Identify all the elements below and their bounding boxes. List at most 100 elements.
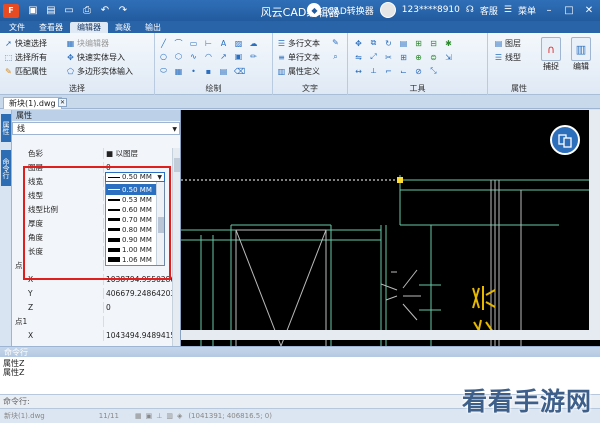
property-value[interactable] — [104, 316, 172, 327]
ungroup-icon[interactable]: ⊟ — [429, 39, 438, 48]
minimize-button[interactable]: – — [542, 5, 556, 16]
converter-link[interactable]: CAD转换器 — [327, 4, 373, 17]
property-value[interactable]: ■ 以图层 — [104, 148, 172, 159]
offset-icon[interactable]: ⊜ — [429, 53, 438, 62]
property-row[interactable]: Y 406679.24864203 — [12, 288, 172, 299]
image-icon[interactable]: ▣ — [234, 52, 243, 61]
match-properties-button[interactable]: ✎ 匹配属性 — [4, 66, 47, 77]
document-tab[interactable]: 新块(1).dwg — [3, 97, 62, 109]
text-style-icon[interactable]: ✎ — [331, 38, 340, 47]
lengthen-icon[interactable]: ⤡ — [429, 66, 438, 76]
tab-properties[interactable]: 属性 — [1, 114, 11, 142]
property-value[interactable]: 1043494.9489415 — [104, 330, 172, 341]
pencil-icon[interactable]: ✏ — [249, 52, 258, 61]
tab-file[interactable]: 文件 — [2, 22, 32, 33]
text-icon[interactable]: A — [219, 39, 228, 48]
line-icon[interactable]: ╱ — [159, 39, 168, 48]
property-row[interactable]: X 1043494.9489415 — [12, 330, 172, 341]
entity-type-select[interactable]: 线 ▼ — [12, 122, 180, 135]
explode-icon[interactable]: ✱ — [444, 39, 453, 48]
table-icon[interactable]: ▤ — [219, 67, 228, 76]
property-row[interactable]: 点1 — [12, 316, 172, 327]
property-value[interactable]: 0 — [104, 302, 172, 313]
capture-button[interactable]: ∩ 捕捉 — [538, 37, 564, 72]
snap-toggle-icon[interactable]: ▣ — [146, 412, 153, 420]
move-tool-icon[interactable]: ✥ — [354, 39, 363, 48]
polygon-entity-input-button[interactable]: ⬠ 多边形实体输入 — [66, 66, 133, 77]
ortho-toggle-icon[interactable]: ⊥ — [156, 412, 162, 420]
close-button[interactable]: ✕ — [582, 5, 596, 16]
grid-icon[interactable]: ▦ — [174, 67, 183, 76]
spline-icon[interactable]: ∿ — [189, 52, 198, 61]
text-find-icon[interactable]: ⌕ — [331, 52, 340, 62]
join-icon[interactable]: ⊕ — [414, 53, 423, 62]
tab-viewer[interactable]: 查看器 — [32, 22, 70, 33]
canvas-vertical-scrollbar[interactable] — [589, 110, 600, 330]
quick-select-button[interactable]: ➚ 快速选择 — [4, 38, 47, 49]
stretch-icon[interactable]: ⇲ — [444, 53, 453, 62]
layer-tool-icon[interactable]: ▤ — [399, 39, 408, 48]
quick-entity-import-button[interactable]: ✥ 快速实体导入 — [66, 52, 125, 63]
cloud-icon[interactable]: ☁ — [249, 39, 258, 48]
print-icon[interactable]: ⎙ — [81, 5, 93, 16]
property-row[interactable]: Z0 — [12, 302, 172, 313]
array-icon[interactable]: ⊞ — [399, 53, 408, 62]
mirror-icon[interactable]: ⇋ — [354, 53, 363, 62]
dimension-icon[interactable]: ⊢ — [204, 39, 213, 48]
attribute-define-button[interactable]: ▥ 属性定义 — [277, 66, 320, 77]
rectangle-icon[interactable]: ▭ — [189, 39, 198, 48]
open-icon[interactable]: ▤ — [45, 5, 57, 16]
rotate-icon[interactable]: ↻ — [384, 39, 393, 48]
measure-icon[interactable]: ↔ — [354, 67, 363, 76]
single-text-button[interactable]: ≡ 单行文本 — [277, 52, 320, 63]
eraser-icon[interactable]: ⌫ — [234, 67, 245, 76]
grid-toggle-icon[interactable]: ▦ — [135, 412, 142, 420]
close-tab-icon[interactable]: ✕ — [58, 98, 67, 107]
fillet-icon[interactable]: ⌐ — [384, 67, 393, 76]
chamfer-icon[interactable]: ⌙ — [399, 67, 408, 76]
new-icon[interactable]: ▭ — [63, 5, 75, 16]
property-row[interactable]: 色彩 ■ 以图层 — [12, 148, 172, 159]
select-all-button[interactable]: ⬚ 选择所有 — [4, 52, 47, 63]
edit-button[interactable]: ▥ 编辑 — [568, 37, 594, 72]
tab-advanced[interactable]: 高级 — [108, 22, 138, 33]
account-name[interactable]: 123****8910 — [402, 5, 460, 15]
scale-icon[interactable]: ⤢ — [369, 52, 378, 62]
polar-toggle-icon[interactable]: ▥ — [166, 412, 173, 420]
tab-command-line[interactable]: 命令行 — [1, 150, 11, 186]
linetype-button[interactable]: ☰ 线型 — [494, 52, 521, 63]
break-icon[interactable]: ⊘ — [414, 67, 423, 76]
canvas-horizontal-scrollbar[interactable] — [181, 330, 600, 340]
drawing-canvas[interactable] — [181, 110, 600, 346]
tab-editor[interactable]: 编辑器 — [70, 22, 108, 33]
ellipse-icon[interactable]: ⬭ — [159, 66, 168, 76]
block-insert-icon[interactable]: ▪ — [204, 67, 213, 76]
mtext-button[interactable]: ☰ 多行文本 — [277, 38, 320, 49]
group-icon[interactable]: ⊞ — [414, 39, 423, 48]
maximize-button[interactable]: □ — [562, 5, 576, 16]
undo-icon[interactable]: ↶ — [99, 5, 111, 16]
service-link[interactable]: 客服 — [480, 4, 498, 17]
property-value[interactable]: 406679.24864203 — [104, 288, 172, 299]
arc-icon[interactable]: ◠ — [204, 52, 213, 61]
menu-icon[interactable]: ☰ — [504, 5, 512, 15]
extend-icon[interactable]: ⟂ — [369, 66, 378, 76]
copy-icon[interactable]: ⧉ — [369, 38, 378, 48]
properties-scrollbar[interactable] — [172, 148, 180, 346]
view-switch-icon[interactable] — [551, 126, 579, 154]
trim-icon[interactable]: ✂ — [384, 53, 393, 62]
hatch-icon[interactable]: ▨ — [234, 39, 243, 48]
leader-icon[interactable]: ↗ — [219, 52, 228, 61]
polyline-icon[interactable]: ⌒ — [174, 38, 183, 49]
save-icon[interactable]: ▣ — [27, 5, 39, 16]
avatar[interactable] — [379, 2, 396, 18]
block-editor-button[interactable]: ▦ 块编辑器 — [66, 38, 109, 49]
polygon-draw-icon[interactable]: ⬡ — [174, 52, 183, 61]
headset-icon[interactable]: ☊ — [466, 5, 474, 15]
layer-button[interactable]: ▤ 图层 — [494, 38, 521, 49]
point-icon[interactable]: • — [189, 67, 198, 76]
osnap-toggle-icon[interactable]: ◈ — [177, 412, 182, 420]
tab-output[interactable]: 输出 — [138, 22, 168, 33]
converter-icon[interactable]: ◆ — [307, 3, 322, 17]
menu-link[interactable]: 菜单 — [518, 4, 536, 17]
